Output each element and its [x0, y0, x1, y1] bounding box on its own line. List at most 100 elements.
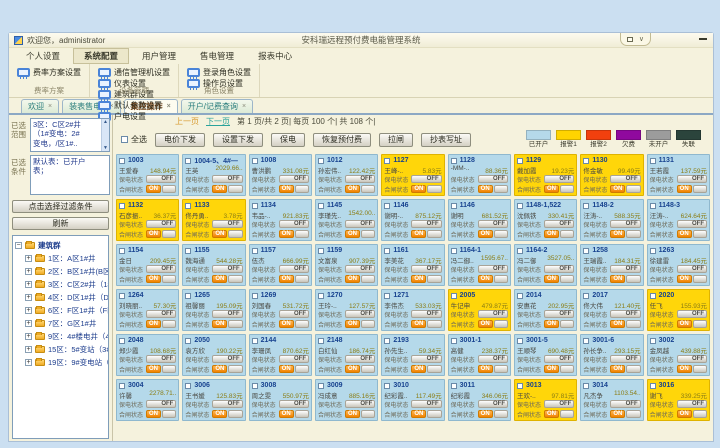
card-checkbox[interactable] [318, 248, 324, 254]
card-checkbox[interactable] [318, 338, 324, 344]
protect-off-toggle[interactable]: OFF [345, 175, 375, 183]
card-checkbox[interactable] [517, 248, 523, 254]
ribbon-button[interactable]: 默认参数设置 [98, 100, 170, 111]
protect-off-toggle[interactable]: OFF [212, 265, 242, 273]
card-checkbox[interactable] [252, 248, 258, 254]
meter-card[interactable]: 1258 王瑞霞.. 184.31元 保电状态 OFF 合闸状态 [580, 244, 643, 286]
expand-icon[interactable]: + [25, 294, 32, 301]
switch-on-toggle[interactable]: ON [279, 275, 309, 283]
chevron-down-icon[interactable]: ∨ [639, 36, 644, 43]
switch-on-toggle[interactable]: ON [279, 320, 309, 328]
protect-off-toggle[interactable]: OFF [411, 310, 441, 318]
choose-filter-button[interactable]: 点击选择过滤条件 [12, 200, 109, 213]
switch-on-toggle[interactable]: ON [411, 320, 441, 328]
meter-card[interactable]: 2144 李珊凤 870.62元 保电状态 OFF 合闸状态 [249, 334, 312, 376]
protect-off-toggle[interactable]: OFF [610, 310, 640, 318]
selected-condition-listbox[interactable]: 默认表：已开户表； [30, 155, 110, 195]
meter-card[interactable]: 2005 牛记申 479.87元 保电状态 OFF 合闸状态 [448, 289, 511, 331]
protect-off-toggle[interactable]: OFF [544, 175, 574, 183]
card-checkbox[interactable] [252, 203, 258, 209]
protect-off-toggle[interactable]: OFF [544, 310, 574, 318]
meter-card[interactable]: 1161 李美花 367.17元 保电状态 OFF 合闸状态 [381, 244, 444, 286]
protect-off-toggle[interactable]: OFF [279, 175, 309, 183]
protect-off-toggle[interactable]: OFF [212, 400, 242, 408]
protect-off-toggle[interactable]: OFF [212, 355, 242, 363]
switch-on-toggle[interactable]: ON [677, 320, 707, 328]
switch-on-toggle[interactable]: ON [212, 365, 242, 373]
meter-card[interactable]: 1130 佟金敏 99.49元 保电状态 OFF 合闸状态 [580, 154, 643, 196]
card-checkbox[interactable] [583, 248, 589, 254]
toolbar-button[interactable]: 拉闸 [379, 133, 413, 147]
ribbon-button[interactable]: 通信管理机设置 [98, 67, 170, 78]
meter-card[interactable]: 2148 白红仙 186.74元 保电状态 OFF 合闸状态 [315, 334, 378, 376]
card-checkbox[interactable] [650, 338, 656, 344]
switch-on-toggle[interactable]: ON [677, 365, 707, 373]
switch-on-toggle[interactable]: ON [411, 410, 441, 418]
switch-on-toggle[interactable]: ON [212, 275, 242, 283]
switch-on-toggle[interactable]: ON [610, 410, 640, 418]
switch-on-toggle[interactable]: ON [279, 410, 309, 418]
switch-on-toggle[interactable]: ON [411, 365, 441, 373]
protect-off-toggle[interactable]: OFF [478, 265, 508, 273]
meter-card[interactable]: 3011 纪彩霞 346.06元 保电状态 OFF 合闸状态 [448, 379, 511, 421]
meter-card[interactable]: 1148-2 汪涛-.. 588.35元 保电状态 OFF 合闸状态 [580, 199, 643, 241]
switch-on-toggle[interactable]: ON [677, 230, 707, 238]
protect-off-toggle[interactable]: OFF [478, 355, 508, 363]
meter-card[interactable]: 1012 孙宏伟.. 122.42元 保电状态 OFF 合闸状态 [315, 154, 378, 196]
protect-off-toggle[interactable]: OFF [345, 265, 375, 273]
expand-icon[interactable]: + [25, 333, 32, 340]
tree-node[interactable]: + 6区：F区1#井（F区1.. [15, 304, 106, 317]
protect-off-toggle[interactable]: OFF [677, 355, 707, 363]
expand-icon[interactable]: + [25, 281, 32, 288]
card-checkbox[interactable] [451, 248, 457, 254]
meter-card[interactable]: 1132 石彦振.. 36.37元 保电状态 OFF 合闸状态 [116, 199, 179, 241]
switch-on-toggle[interactable]: ON [345, 230, 375, 238]
meter-card[interactable]: 3002 金凤越 439.88元 保电状态 OFF 合闸状态 [647, 334, 710, 376]
expand-icon[interactable]: + [25, 346, 32, 353]
card-checkbox[interactable] [318, 383, 324, 389]
meter-card[interactable]: 1134 韦品-.. 921.83元 保电状态 OFF 合闸状态 [249, 199, 312, 241]
meter-card[interactable]: 3001-1 高健 238.37元 保电状态 OFF 合闸状态 [448, 334, 511, 376]
switch-on-toggle[interactable]: ON [146, 275, 176, 283]
tree-node[interactable]: + 7区：G区1#井 [15, 317, 106, 330]
switch-on-toggle[interactable]: ON [544, 320, 574, 328]
protect-off-toggle[interactable]: OFF [279, 220, 309, 228]
meter-card[interactable]: 2020 任飞 155.93元 保电状态 OFF 合闸状态 [647, 289, 710, 331]
switch-on-toggle[interactable]: ON [146, 320, 176, 328]
switch-on-toggle[interactable]: ON [677, 410, 707, 418]
protect-off-toggle[interactable]: OFF [146, 400, 176, 408]
expand-icon[interactable]: + [25, 359, 32, 366]
protect-off-toggle[interactable]: OFF [544, 265, 574, 273]
collapse-icon[interactable]: − [15, 242, 22, 249]
protect-off-toggle[interactable]: OFF [279, 310, 309, 318]
switch-on-toggle[interactable]: ON [610, 185, 640, 193]
document-tab[interactable]: 欢迎 × [21, 99, 59, 113]
tree-node[interactable]: + 2区：B区1#井(B区1#.. [15, 265, 106, 278]
card-checkbox[interactable] [650, 158, 656, 164]
protect-off-toggle[interactable]: OFF [677, 175, 707, 183]
switch-on-toggle[interactable]: ON [478, 275, 508, 283]
switch-on-toggle[interactable]: ON [279, 185, 309, 193]
card-checkbox[interactable] [583, 338, 589, 344]
card-checkbox[interactable] [318, 293, 324, 299]
switch-on-toggle[interactable]: ON [146, 410, 176, 418]
tree-node[interactable]: + 15区：5#变站（3#变.. [15, 343, 106, 356]
meter-card[interactable]: 1164-2 冯二御 3527.05.. 保电状态 OFF 合闸状态 [514, 244, 577, 286]
meter-card[interactable]: 3004 许馨 2278.71.. 保电状态 OFF 合闸状态 [116, 379, 179, 421]
switch-on-toggle[interactable]: ON [345, 365, 375, 373]
next-page-link[interactable]: 下一页 [206, 116, 230, 127]
card-checkbox[interactable] [185, 203, 191, 209]
toolbar-button[interactable]: 恢复预付费 [313, 133, 371, 147]
protect-off-toggle[interactable]: OFF [610, 175, 640, 183]
card-checkbox[interactable] [583, 383, 589, 389]
card-checkbox[interactable] [517, 383, 523, 389]
tree-root[interactable]: − 建筑群 [15, 239, 106, 252]
switch-on-toggle[interactable]: ON [478, 230, 508, 238]
switch-on-toggle[interactable]: ON [610, 365, 640, 373]
card-checkbox[interactable] [451, 203, 457, 209]
card-checkbox[interactable] [451, 338, 457, 344]
protect-off-toggle[interactable]: OFF [677, 310, 707, 318]
card-checkbox[interactable] [119, 203, 125, 209]
card-checkbox[interactable] [252, 338, 258, 344]
protect-off-toggle[interactable]: OFF [411, 355, 441, 363]
